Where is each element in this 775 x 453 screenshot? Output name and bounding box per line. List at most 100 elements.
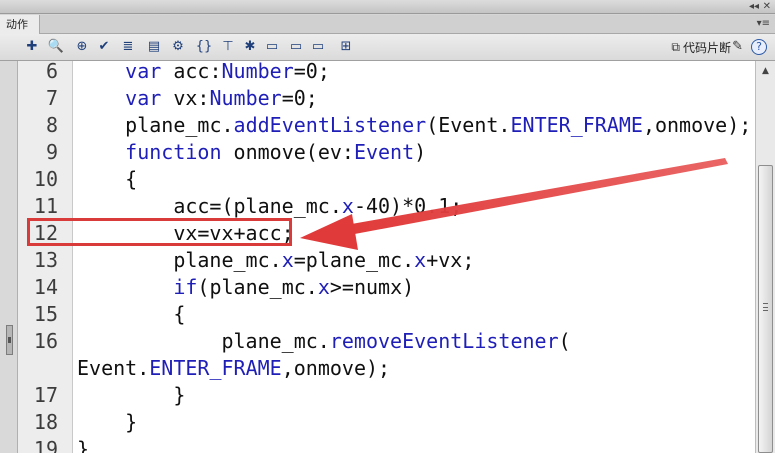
code-token: onmove(ev: xyxy=(221,140,354,164)
code-token: (plane_mc. xyxy=(197,275,318,299)
code-keyword: addEventListener xyxy=(233,113,427,137)
code-line[interactable]: { xyxy=(125,166,137,193)
line-number: 11 xyxy=(33,194,58,218)
code-token: acc=(plane_mc. xyxy=(173,194,342,218)
add-statement-icon[interactable]: ✚ xyxy=(24,38,40,55)
code-keyword: if xyxy=(173,275,198,299)
show-toolbox-icon[interactable]: ⊞ xyxy=(338,38,354,55)
code-keyword: ENTER_FRAME xyxy=(510,113,643,137)
code-line[interactable]: acc=(plane_mc.x-40)*0.1; xyxy=(173,193,462,220)
code-snippets-button[interactable]: ⧉ 代码片断 xyxy=(671,39,731,56)
line-number: 6 xyxy=(45,59,58,83)
code-line[interactable]: var acc:Number=0; xyxy=(125,58,330,85)
line-number: 8 xyxy=(45,113,58,137)
code-keyword: var xyxy=(125,59,162,83)
scrollbar-grip-icon xyxy=(763,303,768,311)
code-line[interactable]: } xyxy=(77,436,89,453)
line-number xyxy=(18,355,58,382)
check-syntax-icon[interactable]: ✔ xyxy=(96,38,112,55)
code-token: +vx; xyxy=(426,248,475,272)
code-line[interactable]: plane_mc.removeEventListener( xyxy=(221,328,570,355)
find-icon[interactable]: 🔍 xyxy=(48,38,64,55)
scrollbar-thumb[interactable] xyxy=(758,165,773,453)
collapse-handle[interactable] xyxy=(6,325,13,355)
code-keyword: x xyxy=(414,248,427,272)
code-snippets-label: 代码片断 xyxy=(682,41,731,55)
code-token: vx: xyxy=(161,86,210,110)
code-token: { xyxy=(173,302,186,326)
code-token: ) xyxy=(414,140,427,164)
code-token: =plane_mc. xyxy=(293,248,415,272)
script-assist-wand-icon[interactable]: ✎ xyxy=(732,39,743,54)
code-token: =0; xyxy=(281,86,318,110)
code-hint-icon[interactable]: ▤ xyxy=(146,38,162,55)
code-line[interactable]: var vx:Number=0; xyxy=(125,85,318,112)
code-token: ( xyxy=(558,329,571,353)
help-icon[interactable]: ? xyxy=(751,39,767,55)
code-line[interactable]: if(plane_mc.x>=numx) xyxy=(173,274,414,301)
collapse-icon[interactable]: ◂◂ xyxy=(749,1,759,13)
scroll-up-arrow-icon[interactable]: ▲ xyxy=(758,64,773,78)
panel-menu-icon[interactable]: ▾≡ xyxy=(757,17,770,31)
panel-title-bar: ◂◂ ✕ xyxy=(0,0,775,14)
line-number: 17 xyxy=(33,383,58,407)
code-keyword: removeEventListener xyxy=(329,329,559,353)
collapse-selection-icon[interactable]: ⊤ xyxy=(220,38,236,55)
vertical-scrollbar[interactable]: ▲ xyxy=(755,61,775,453)
code-line[interactable]: } xyxy=(173,382,185,409)
tab-actions[interactable]: 动作 xyxy=(0,15,40,34)
actions-toolbar: ✚ 🔍 ⊕ ✔ ≣ ▤ ⚙ {} ⊤ ✱ ▭ ▭ ▭ ⊞ ⧉ 代码片断 ✎? xyxy=(0,34,775,61)
line-number: 10 xyxy=(33,167,58,191)
line-number: 18 xyxy=(33,410,58,434)
expand-all-icon[interactable]: ✱ xyxy=(242,38,258,55)
code-token: ,onmove); xyxy=(642,113,752,137)
line-number: 15 xyxy=(33,302,58,326)
collapse-between-braces-icon[interactable]: {} xyxy=(196,38,213,55)
code-token: plane_mc. xyxy=(125,113,234,137)
line-number: 9 xyxy=(45,140,58,164)
code-token: Event. xyxy=(77,356,150,380)
line-number: 13 xyxy=(33,248,58,272)
code-keyword: x xyxy=(317,275,330,299)
code-token: } xyxy=(125,410,138,434)
code-keyword: Event xyxy=(353,140,415,164)
code-token: { xyxy=(125,167,138,191)
script-navigator-collapse-strip[interactable] xyxy=(0,61,18,453)
code-token: acc: xyxy=(161,59,222,83)
apply-line-comment-icon[interactable]: ▭ xyxy=(288,38,304,55)
code-token: plane_mc. xyxy=(173,248,282,272)
remove-comment-icon[interactable]: ▭ xyxy=(310,38,326,55)
code-token: (Event. xyxy=(426,113,511,137)
line-number: 19 xyxy=(33,437,58,453)
code-line[interactable]: } xyxy=(125,409,137,436)
code-keyword: x xyxy=(281,248,294,272)
code-keyword: function xyxy=(125,140,222,164)
code-token: } xyxy=(173,383,186,407)
code-keyword: var xyxy=(125,86,162,110)
code-line[interactable]: plane_mc.x=plane_mc.x+vx; xyxy=(173,247,474,274)
code-line[interactable]: plane_mc.addEventListener(Event.ENTER_FR… xyxy=(125,112,751,139)
debug-options-icon[interactable]: ⚙ xyxy=(170,38,186,55)
auto-format-icon[interactable]: ≣ xyxy=(120,38,136,55)
code-keyword: Number xyxy=(209,86,282,110)
apply-block-comment-icon[interactable]: ▭ xyxy=(264,38,280,55)
code-token: >=numx) xyxy=(329,275,415,299)
code-token: plane_mc. xyxy=(221,329,330,353)
line-number: 7 xyxy=(45,86,58,110)
code-keyword: ENTER_FRAME xyxy=(149,356,282,380)
code-token: -40)*0.1; xyxy=(353,194,463,218)
highlight-box xyxy=(27,218,292,246)
code-line[interactable]: { xyxy=(173,301,185,328)
target-path-icon[interactable]: ⊕ xyxy=(74,38,90,55)
code-token: } xyxy=(77,437,90,453)
line-number: 14 xyxy=(33,275,58,299)
tab-strip xyxy=(40,15,775,34)
code-line[interactable]: function onmove(ev:Event) xyxy=(125,139,426,166)
code-token: ,onmove); xyxy=(281,356,391,380)
close-icon[interactable]: ✕ xyxy=(763,1,771,13)
code-token: =0; xyxy=(293,59,330,83)
snippets-icon: ⧉ xyxy=(671,40,680,54)
code-keyword: x xyxy=(341,194,354,218)
code-keyword: Number xyxy=(221,59,294,83)
code-line[interactable]: Event.ENTER_FRAME,onmove); xyxy=(77,355,390,382)
